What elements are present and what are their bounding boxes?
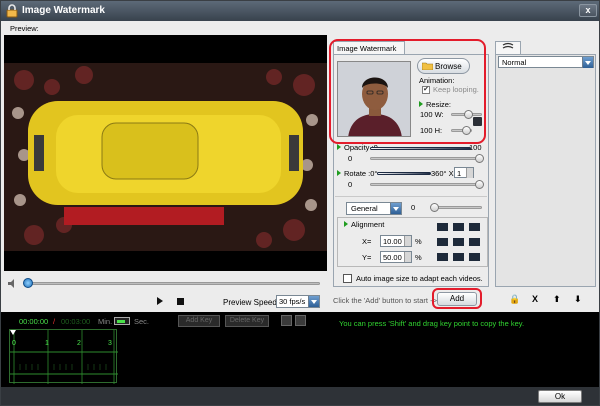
chevron-down-icon[interactable] [582,57,593,68]
align-bottom-right-icon[interactable] [469,253,480,261]
ruler-label: 3 [108,340,112,347]
current-time: 00:00:00 [19,317,49,326]
preview-label: Preview: [10,24,39,33]
blend-mode-select[interactable]: General [346,202,402,215]
window-title: Image Watermark [22,5,105,16]
rotate-slider-knob[interactable] [475,180,484,189]
move-down-button[interactable]: ⬇ [574,294,582,305]
total-time: 00:03:00 [61,317,91,326]
alignment-label-text: Alignment [351,220,385,229]
prev-key-icon[interactable] [281,315,292,326]
blend-list-select[interactable]: Normal [498,56,594,68]
x-position-value: 10.00 [383,237,402,246]
time-separator: / [53,317,56,326]
spin-icon[interactable] [466,168,473,178]
highlight-frame [329,39,486,144]
preview-speed-value: 30 fps/s [279,297,306,306]
ruler-label: 2 [77,340,81,347]
rotate-label: Rotate :0° [337,169,377,178]
expand-arrow-icon [337,144,341,150]
ruler-label: 0 [12,340,16,347]
opacity-gradient [370,147,471,150]
delete-key-button[interactable]: Delete Key [225,315,269,327]
ok-button[interactable]: Ok [538,390,582,403]
alignment-label: Alignment [344,220,384,229]
opacity-slider[interactable] [370,157,482,160]
auto-size-checkbox[interactable] [343,274,352,283]
y-percent: % [415,253,422,262]
auto-size-label: Auto image size to adapt each videos. [356,274,483,283]
align-top-left-icon[interactable] [437,223,448,231]
footer-bar [1,387,599,405]
image-watermark-window: Image Watermark x Preview: Preview Speed… [0,0,600,406]
x-position-input[interactable]: 10.00 [380,235,412,247]
tab-layers[interactable] [495,41,521,55]
preview-speed-select[interactable]: 30 fps/s [276,295,320,308]
blend-value: 0 [411,203,416,212]
lock-icon [6,4,18,18]
sec-label: Sec. [134,317,150,326]
align-center-icon[interactable] [453,238,464,246]
rotate-multiplier-input[interactable]: 1 [454,167,474,178]
blend-slider-knob[interactable] [430,203,439,212]
align-middle-left-icon[interactable] [437,238,448,246]
rotate-multiplier-value: 1 [457,169,462,178]
lock-layer-button[interactable]: 🔒 [509,294,520,305]
click-add-hint: Click the 'Add' button to start -> [333,296,437,305]
rotate-max: 360° X [431,169,454,178]
play-icon[interactable] [157,297,163,305]
y-position-value: 50.00 [383,253,402,262]
video-preview [4,35,327,271]
expand-arrow-icon [344,221,348,227]
zoom-slider[interactable] [114,317,130,325]
align-bottom-left-icon[interactable] [437,253,448,261]
volume-icon[interactable] [8,279,18,288]
rotate-max-text: 360° [431,169,447,178]
align-middle-right-icon[interactable] [469,238,480,246]
align-bottom-center-icon[interactable] [453,253,464,261]
align-top-center-icon[interactable] [453,223,464,231]
preview-speed-label: Preview Speed: [223,298,280,307]
expand-arrow-icon [337,170,341,176]
ruler-label: 1 [45,340,49,347]
rotate-x: X [448,169,454,178]
x-label: X= [362,237,372,246]
min-label: Min. [98,317,113,326]
stop-icon[interactable] [177,298,184,305]
next-key-icon[interactable] [295,315,306,326]
y-position-input[interactable]: 50.00 [380,251,412,263]
move-up-button[interactable]: ⬆ [553,294,561,305]
seek-bar[interactable] [4,277,327,289]
rotate-slider[interactable] [370,183,482,186]
timeline-ruler[interactable] [9,329,118,384]
seek-knob[interactable] [23,278,33,288]
x-percent: % [415,237,422,246]
add-key-button[interactable]: Add Key [178,315,220,327]
blend-list-value: Normal [502,58,527,67]
y-label: Y= [362,253,372,262]
spin-icon[interactable] [404,252,411,262]
alignment-grid[interactable] [437,223,481,263]
align-top-right-icon[interactable] [469,223,480,231]
chevron-down-icon[interactable] [390,203,401,214]
layers-icon [502,42,514,49]
blend-mode-value: General [351,204,378,213]
add-highlight-frame [432,288,482,309]
divider [335,196,487,197]
video-frame-image [4,35,327,271]
opacity-slider-knob[interactable] [475,154,484,163]
shift-drag-hint: You can press 'Shift' and drag key point… [339,319,525,328]
seek-track[interactable] [24,282,320,285]
rotate-value: 0 [348,180,353,189]
opacity-value: 0 [348,154,353,163]
watermark-list-panel [495,54,596,287]
chevron-down-icon[interactable] [308,296,319,307]
delete-layer-button[interactable]: X [532,294,538,304]
rotate-gradient [377,172,431,175]
rotate-label-text: Rotate :0° [344,169,378,178]
title-bar: Image Watermark x [1,1,599,21]
close-button[interactable]: x [579,4,597,17]
spin-icon[interactable] [404,236,411,246]
